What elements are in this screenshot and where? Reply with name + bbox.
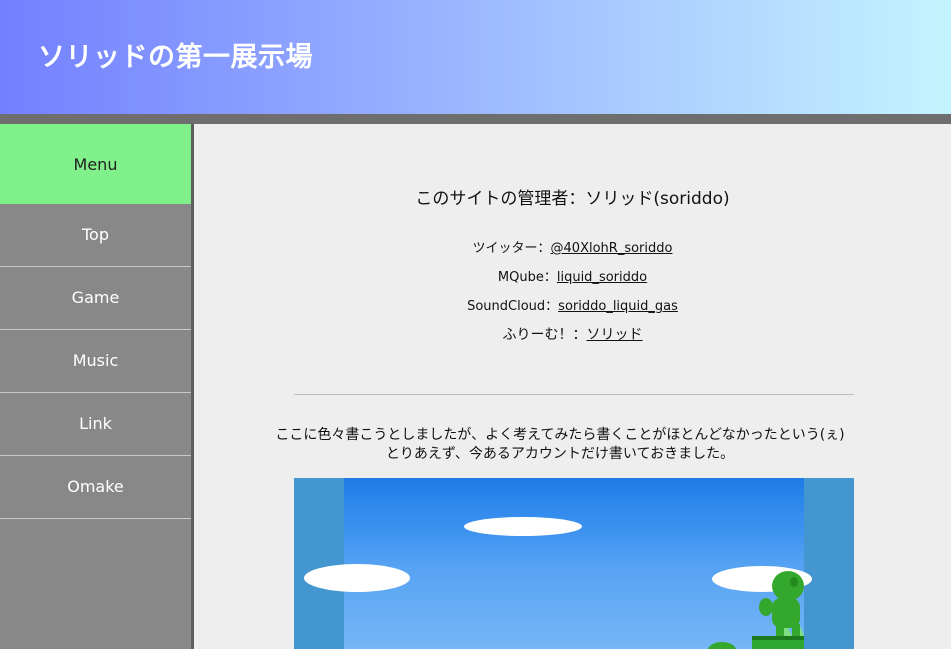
account-mqube: MQube：liquid_soriddo <box>194 266 951 285</box>
site-header: ソリッドの第一展示場 <box>0 0 951 114</box>
account-label: SoundCloud： <box>467 299 559 314</box>
header-divider <box>0 114 951 124</box>
admin-info: このサイトの管理者：ソリッド(soriddo) <box>415 189 730 209</box>
note-line-2: とりあえず、今あるアカウントだけ書いておきました。 <box>385 446 735 462</box>
mqube-link[interactable]: liquid_soriddo <box>557 270 647 285</box>
site-title: ソリッドの第一展示場 <box>38 42 313 73</box>
sidebar-item-music[interactable]: Music <box>0 330 191 393</box>
account-label: ふりーむ！： <box>502 327 587 343</box>
sidebar: Menu Top Game Music Link Omake <box>0 124 191 649</box>
main-content: このサイトの管理者：ソリッド(soriddo) ツイッター：@40XlohR_s… <box>194 124 951 649</box>
note-line-1: ここに色々書こうとしましたが、よく考えてみたら書くことがほとんどなかったという(… <box>275 427 845 443</box>
sidebar-item-top[interactable]: Top <box>0 204 191 267</box>
game-sprites <box>708 571 804 649</box>
freem-link[interactable]: ソリッド <box>587 327 643 343</box>
menu-heading: Menu <box>0 124 191 204</box>
account-freem: ふりーむ！：ソリッド <box>194 324 951 344</box>
sidebar-item-omake[interactable]: Omake <box>0 456 191 519</box>
soundcloud-link[interactable]: soriddo_liquid_gas <box>558 299 678 314</box>
game-screenshot <box>294 478 854 649</box>
account-label: ツイッター： <box>472 241 551 256</box>
account-soundcloud: SoundCloud：soriddo_liquid_gas <box>194 295 951 314</box>
green-character-sprite <box>708 571 804 649</box>
account-label: MQube： <box>497 270 557 285</box>
sidebar-item-link[interactable]: Link <box>0 393 191 456</box>
divider-line <box>294 394 854 395</box>
account-twitter: ツイッター：@40XlohR_soriddo <box>194 237 951 256</box>
sidebar-item-game[interactable]: Game <box>0 267 191 330</box>
twitter-link[interactable]: @40XlohR_soriddo <box>551 241 673 256</box>
